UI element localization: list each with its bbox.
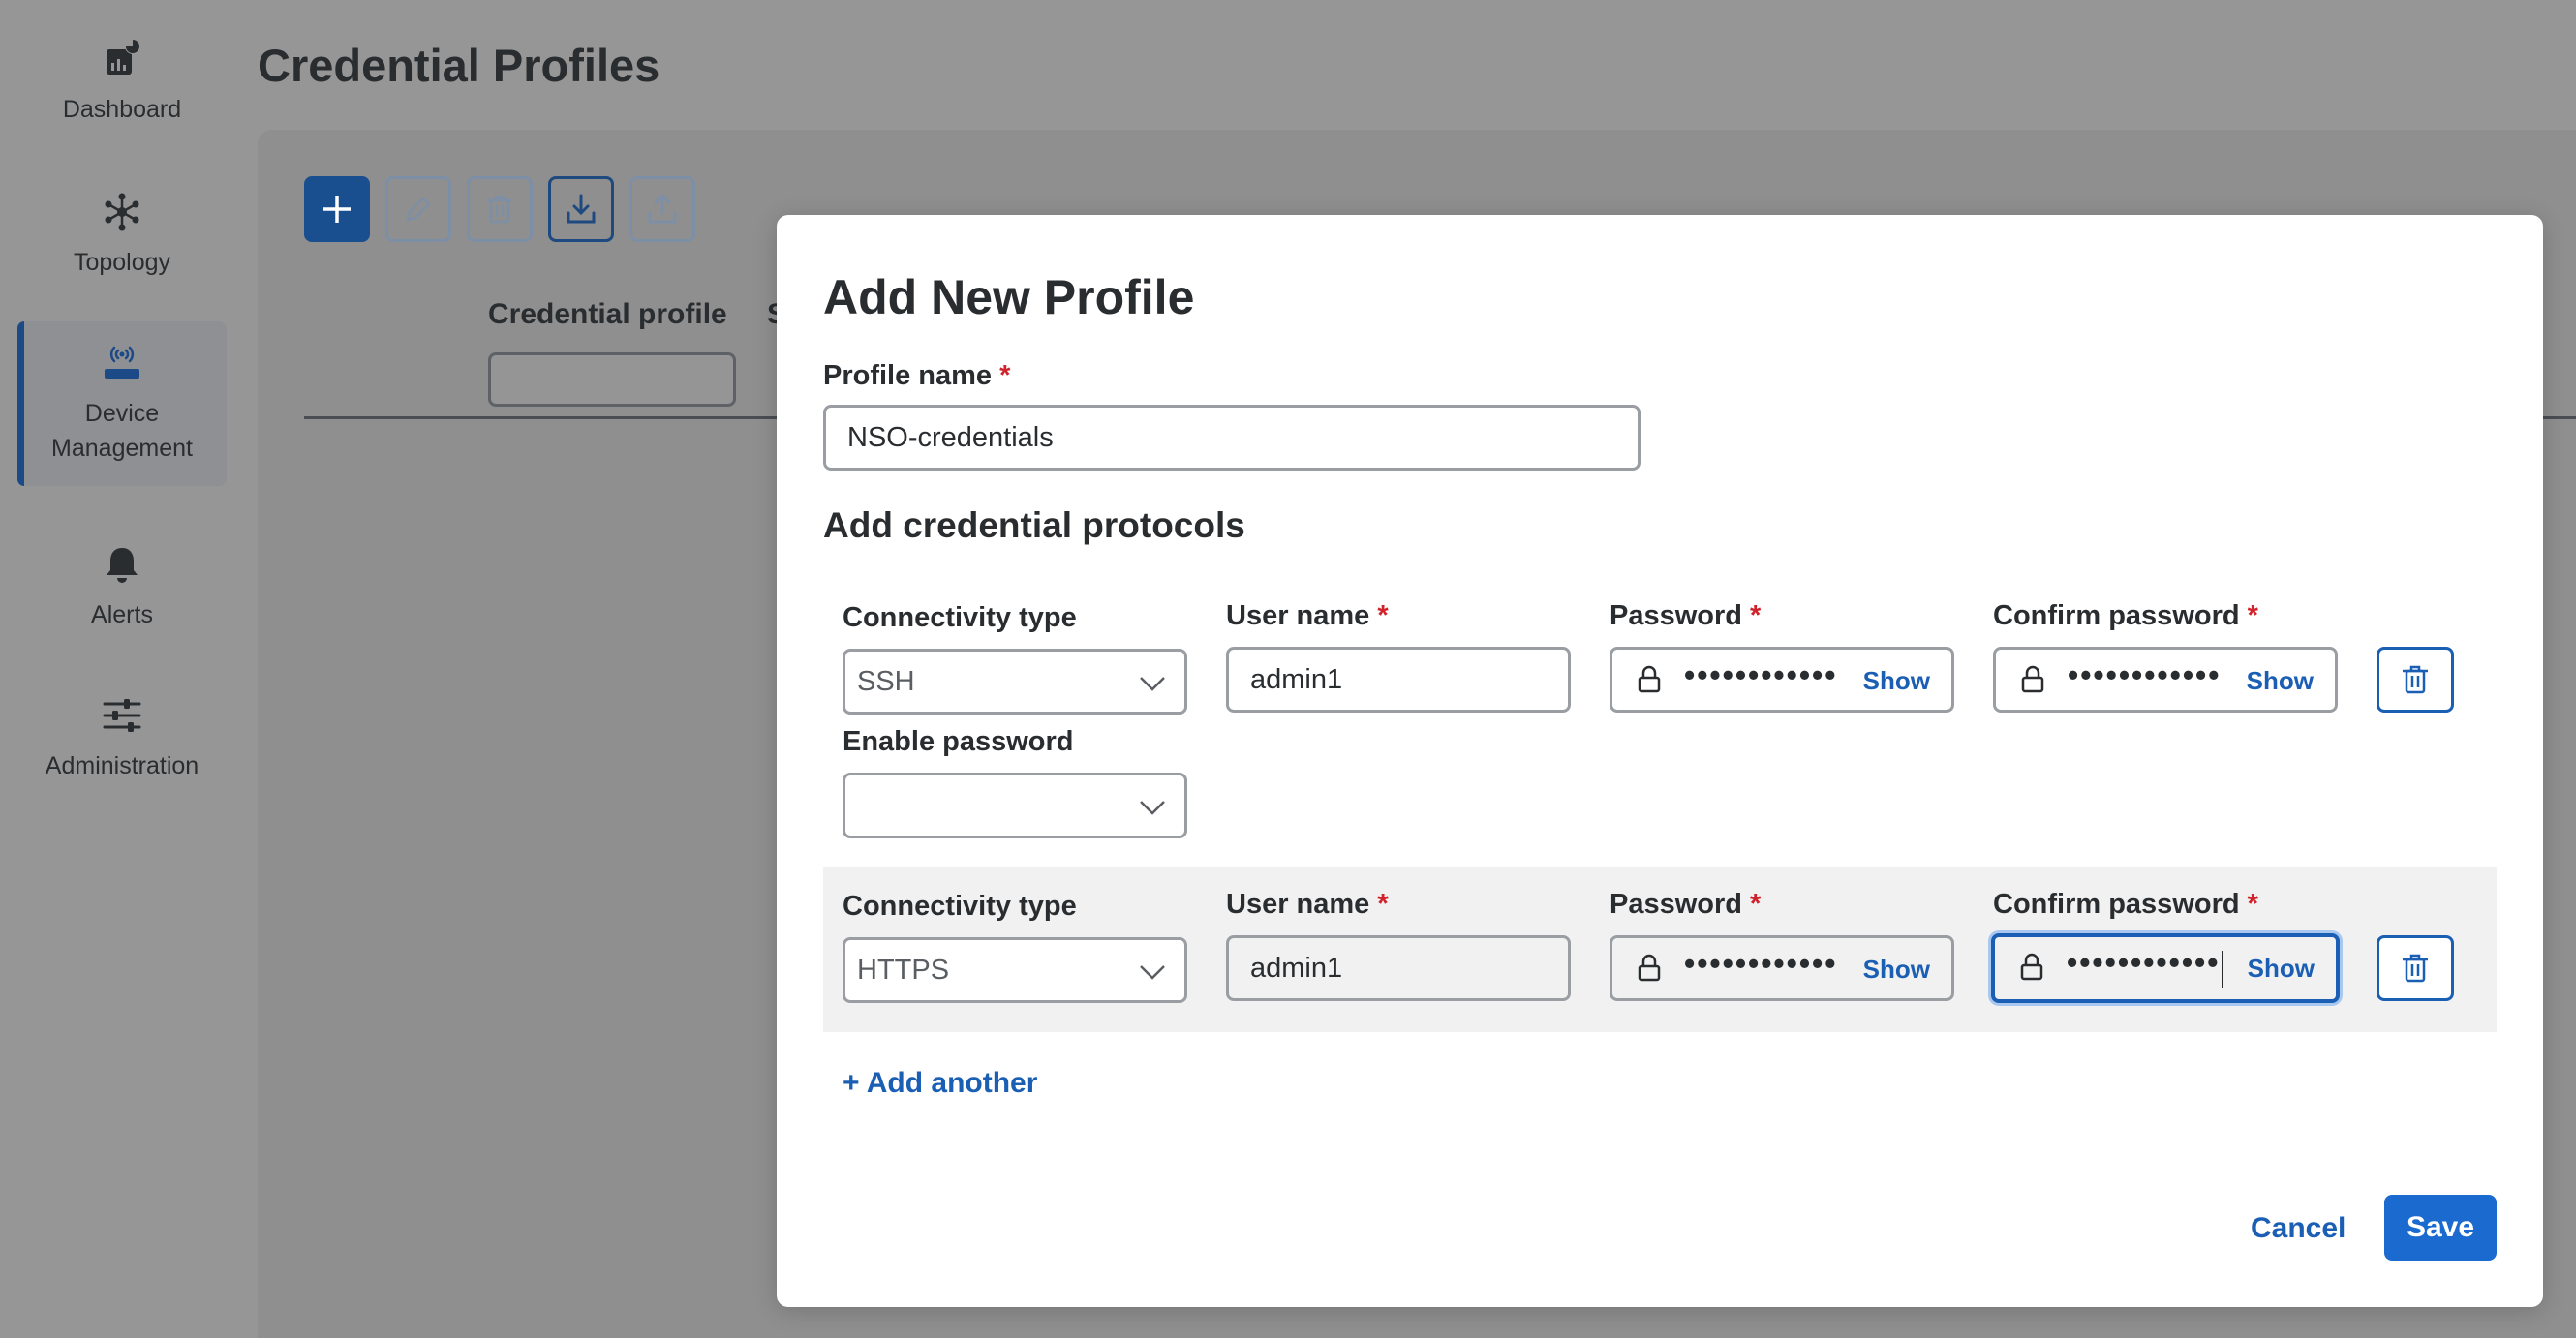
sidebar-item-label: Topology xyxy=(73,249,171,276)
lock-icon xyxy=(1638,665,1661,693)
device-management-icon xyxy=(105,346,139,379)
user-name-input[interactable]: admin1 xyxy=(1226,935,1571,1001)
confirm-password-label: Confirm password * xyxy=(1993,889,2258,921)
profile-name-label-text: Profile name xyxy=(823,360,993,391)
password-mask: •••••••••••• xyxy=(1684,946,1838,981)
password-label: Password * xyxy=(1610,600,1761,632)
topology-icon xyxy=(105,193,139,231)
sidebar-item-label: Device xyxy=(84,400,160,427)
sliders-icon xyxy=(103,699,141,732)
connectivity-type-select[interactable]: HTTPS xyxy=(843,937,1187,1003)
profile-name-label: Profile name * xyxy=(823,360,1010,392)
credential-profile-filter-input[interactable] xyxy=(488,352,736,407)
bell-icon xyxy=(107,548,138,583)
password-label-text: Password xyxy=(1610,889,1742,920)
dashboard-icon xyxy=(107,39,140,75)
lock-icon xyxy=(1638,954,1661,982)
chevron-down-icon xyxy=(1140,965,1165,980)
lock-icon xyxy=(2020,953,2043,981)
confirm-password-label: Confirm password * xyxy=(1993,600,2258,632)
pencil-icon xyxy=(406,197,431,222)
sidebar-item-dashboard[interactable]: Dashboard xyxy=(17,0,227,165)
add-profile-modal: Add New Profile Profile name * NSO-creden… xyxy=(777,215,2543,1307)
chevron-down-icon xyxy=(1140,801,1165,815)
sidebar-item-label: Management xyxy=(51,435,193,462)
user-name-label: User name * xyxy=(1226,600,1389,632)
password-mask: •••••••••••• xyxy=(1684,657,1838,692)
save-button[interactable]: Save xyxy=(2384,1195,2497,1261)
required-marker: * xyxy=(1377,600,1389,631)
trash-icon xyxy=(488,195,511,224)
delete-profile-button[interactable] xyxy=(467,176,533,242)
edit-profile-button[interactable] xyxy=(385,176,451,242)
confirm-password-mask: •••••••••••• xyxy=(2067,945,2221,980)
connectivity-type-label: Connectivity type xyxy=(843,602,1077,633)
cancel-button[interactable]: Cancel xyxy=(2251,1212,2346,1245)
column-header-credential-profile[interactable]: Credential profile xyxy=(488,298,727,331)
download-icon xyxy=(567,194,596,224)
sidebar-item-topology[interactable]: Topology xyxy=(17,153,227,318)
sidebar-item-device-management[interactable]: Device Management xyxy=(17,321,227,486)
connectivity-type-label: Connectivity type xyxy=(843,891,1077,922)
required-marker: * xyxy=(2247,889,2258,920)
user-name-input[interactable]: admin1 xyxy=(1226,647,1571,713)
sidebar: Dashboard Topology Device Management Ale… xyxy=(0,0,244,1338)
required-marker: * xyxy=(2247,600,2258,631)
password-input[interactable]: •••••••••••• Show xyxy=(1610,935,1954,1001)
add-profile-button[interactable] xyxy=(304,176,370,242)
lock-icon xyxy=(2021,665,2044,693)
connectivity-type-value: SSH xyxy=(857,665,915,697)
sidebar-item-administration[interactable]: Administration xyxy=(17,656,227,821)
trash-icon xyxy=(2403,665,2428,694)
enable-password-select[interactable] xyxy=(843,773,1187,838)
required-marker: * xyxy=(1377,889,1389,920)
show-confirm-password-button[interactable]: Show xyxy=(2248,954,2315,984)
user-name-label: User name * xyxy=(1226,889,1389,921)
password-label: Password * xyxy=(1610,889,1761,921)
trash-icon xyxy=(2403,954,2428,983)
plus-icon xyxy=(323,196,351,223)
profile-name-value: NSO-credentials xyxy=(847,421,1054,453)
delete-protocol-button[interactable] xyxy=(2377,935,2454,1001)
text-caret xyxy=(2222,951,2223,988)
required-marker: * xyxy=(1750,600,1762,631)
password-input[interactable]: •••••••••••• Show xyxy=(1610,647,1954,713)
show-password-button[interactable]: Show xyxy=(1863,955,1930,985)
user-name-value: admin1 xyxy=(1250,952,1343,984)
user-name-label-text: User name xyxy=(1226,889,1370,920)
delete-protocol-button[interactable] xyxy=(2377,647,2454,713)
password-label-text: Password xyxy=(1610,600,1742,631)
required-marker: * xyxy=(999,360,1011,391)
show-confirm-password-button[interactable]: Show xyxy=(2247,666,2314,696)
sidebar-item-alerts[interactable]: Alerts xyxy=(17,505,227,670)
connectivity-type-select[interactable]: SSH xyxy=(843,649,1187,715)
profile-name-input[interactable]: NSO-credentials xyxy=(823,405,1641,471)
modal-title: Add New Profile xyxy=(823,270,1195,324)
user-name-value: admin1 xyxy=(1250,663,1343,695)
sidebar-item-label: Dashboard xyxy=(62,96,182,123)
user-name-label-text: User name xyxy=(1226,600,1370,631)
add-another-link[interactable]: + Add another xyxy=(843,1067,1037,1100)
confirm-password-input[interactable]: •••••••••••• Show xyxy=(1991,933,2340,1003)
import-button[interactable] xyxy=(548,176,614,242)
sidebar-item-label: Administration xyxy=(45,752,199,779)
enable-password-label: Enable password xyxy=(843,726,1074,757)
chevron-down-icon xyxy=(1140,677,1165,691)
required-marker: * xyxy=(1750,889,1762,920)
show-password-button[interactable]: Show xyxy=(1863,666,1930,696)
confirm-password-input[interactable]: •••••••••••• Show xyxy=(1993,647,2338,713)
confirm-password-label-text: Confirm password xyxy=(1993,600,2240,631)
confirm-password-label-text: Confirm password xyxy=(1993,889,2240,920)
upload-icon xyxy=(648,193,677,224)
credential-protocols-heading: Add credential protocols xyxy=(823,505,1245,545)
connectivity-type-value: HTTPS xyxy=(857,954,950,986)
export-button[interactable] xyxy=(629,176,695,242)
sidebar-item-label: Alerts xyxy=(91,601,153,628)
page-title: Credential Profiles xyxy=(258,40,660,91)
confirm-password-mask: •••••••••••• xyxy=(2068,657,2222,692)
